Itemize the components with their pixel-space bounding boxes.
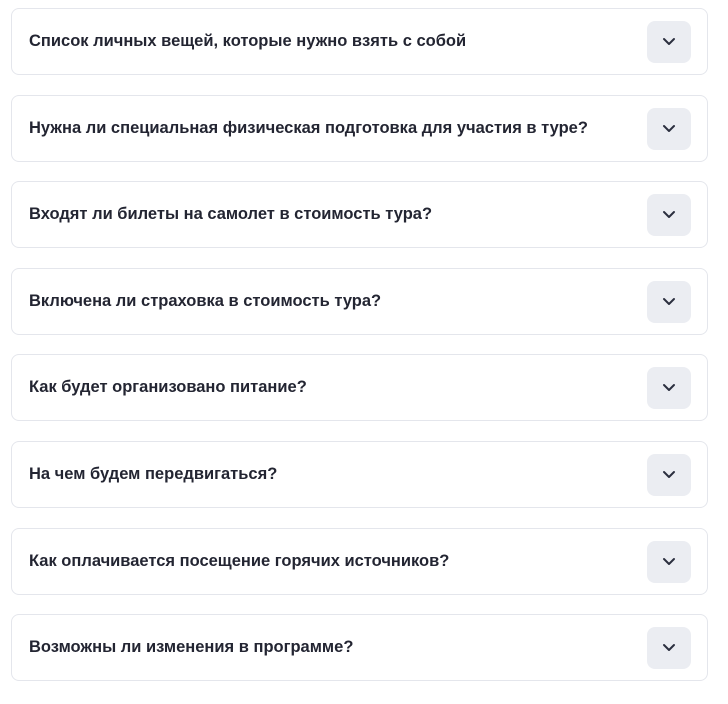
faq-item-physical-training[interactable]: Нужна ли специальная физическая подготов… [11, 95, 708, 162]
faq-item-insurance[interactable]: Включена ли страховка в стоимость тура? [11, 268, 708, 335]
faq-item-flight-tickets[interactable]: Входят ли билеты на самолет в стоимость … [11, 181, 708, 248]
faq-question: Нужна ли специальная физическая подготов… [29, 119, 588, 137]
expand-toggle-button[interactable] [647, 453, 691, 496]
chevron-down-icon [662, 124, 676, 133]
faq-question: Включена ли страховка в стоимость тура? [29, 292, 382, 310]
faq-question: Список личных вещей, которые нужно взять… [29, 32, 467, 50]
expand-toggle-button[interactable] [647, 280, 691, 323]
faq-question: Возможны ли изменения в программе? [29, 638, 354, 656]
faq-question: Как оплачивается посещение горячих источ… [29, 552, 450, 570]
expand-toggle-button[interactable] [647, 626, 691, 669]
chevron-down-icon [662, 643, 676, 652]
chevron-down-icon [662, 383, 676, 392]
expand-toggle-button[interactable] [647, 20, 691, 63]
faq-question: Входят ли билеты на самолет в стоимость … [29, 205, 433, 223]
chevron-down-icon [662, 470, 676, 479]
chevron-down-icon [662, 557, 676, 566]
faq-item-transport[interactable]: На чем будем передвигаться? [11, 441, 708, 508]
expand-toggle-button[interactable] [647, 540, 691, 583]
faq-item-program-changes[interactable]: Возможны ли изменения в программе? [11, 614, 708, 681]
chevron-down-icon [662, 37, 676, 46]
faq-question: Как будет организовано питание? [29, 378, 307, 396]
chevron-down-icon [662, 297, 676, 306]
expand-toggle-button[interactable] [647, 366, 691, 409]
faq-list: Список личных вещей, которые нужно взять… [0, 0, 728, 704]
faq-question: На чем будем передвигаться? [29, 465, 278, 483]
expand-toggle-button[interactable] [647, 107, 691, 150]
faq-item-hot-springs[interactable]: Как оплачивается посещение горячих источ… [11, 528, 708, 595]
chevron-down-icon [662, 210, 676, 219]
faq-item-personal-items[interactable]: Список личных вещей, которые нужно взять… [11, 8, 708, 75]
faq-item-meals[interactable]: Как будет организовано питание? [11, 354, 708, 421]
expand-toggle-button[interactable] [647, 193, 691, 236]
